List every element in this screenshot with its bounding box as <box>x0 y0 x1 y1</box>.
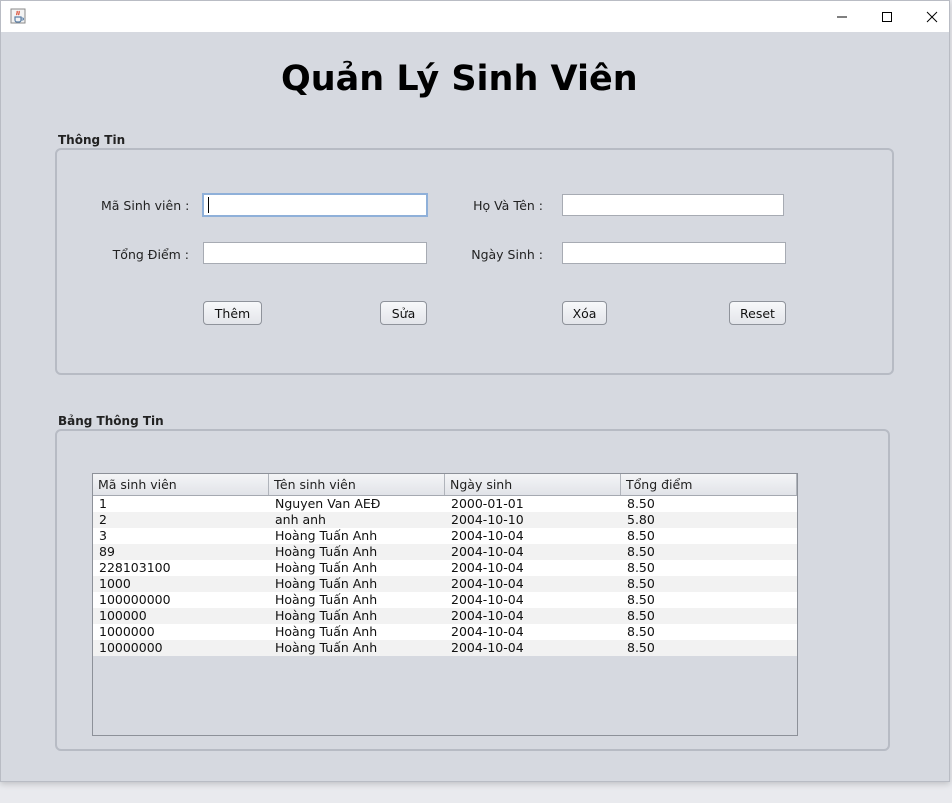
cell-total-score: 8.50 <box>627 624 655 639</box>
cell-student-name: Hoàng Tuấn Anh <box>275 544 378 559</box>
app-window: Quản Lý Sinh Viên Thông Tin Mã Sinh viên… <box>0 0 950 782</box>
cell-student-name: Hoàng Tuấn Anh <box>275 528 378 543</box>
total-score-input[interactable] <box>203 242 427 264</box>
cell-student-name: anh anh <box>275 512 326 527</box>
cell-birth-date: 2004-10-04 <box>451 608 524 623</box>
title-bar[interactable] <box>1 1 949 32</box>
table-row[interactable]: 1 Nguyen Van AEĐ 2000-01-01 8.50 <box>93 496 797 512</box>
java-cup-icon <box>10 8 26 24</box>
table-row[interactable]: 100000000 Hoàng Tuấn Anh 2004-10-04 8.50 <box>93 592 797 608</box>
cell-birth-date: 2004-10-10 <box>451 512 524 527</box>
table-row[interactable]: 1000 Hoàng Tuấn Anh 2004-10-04 8.50 <box>93 576 797 592</box>
cell-student-name: Hoàng Tuấn Anh <box>275 592 378 607</box>
info-group-label: Thông Tin <box>58 133 126 147</box>
cell-student-id: 3 <box>99 528 107 543</box>
cell-student-id: 10000000 <box>99 640 163 655</box>
column-header-student-name[interactable]: Tên sinh viên <box>269 474 445 495</box>
minimize-icon <box>836 11 848 23</box>
cell-student-name: Hoàng Tuấn Anh <box>275 560 378 575</box>
cell-student-id: 228103100 <box>99 560 171 575</box>
edit-button[interactable]: Sửa <box>380 301 427 325</box>
table-row[interactable]: 1000000 Hoàng Tuấn Anh 2004-10-04 8.50 <box>93 624 797 640</box>
cell-student-id: 1000 <box>99 576 131 591</box>
table-row[interactable]: 2 anh anh 2004-10-10 5.80 <box>93 512 797 528</box>
cell-total-score: 8.50 <box>627 496 655 511</box>
cell-birth-date: 2004-10-04 <box>451 624 524 639</box>
cell-student-name: Nguyen Van AEĐ <box>275 496 381 511</box>
page-title: Quản Lý Sinh Viên <box>281 59 638 99</box>
table-row[interactable]: 100000 Hoàng Tuấn Anh 2004-10-04 8.50 <box>93 608 797 624</box>
cell-total-score: 8.50 <box>627 640 655 655</box>
cell-total-score: 8.50 <box>627 560 655 575</box>
cell-student-name: Hoàng Tuấn Anh <box>275 640 378 655</box>
cell-birth-date: 2004-10-04 <box>451 528 524 543</box>
column-header-birth-date[interactable]: Ngày sinh <box>445 474 621 495</box>
cell-student-name: Hoàng Tuấn Anh <box>275 608 378 623</box>
birth-date-input[interactable] <box>562 242 786 264</box>
table-header: Mã sinh viên Tên sinh viên Ngày sinh Tổn… <box>93 474 797 496</box>
cell-student-id: 1 <box>99 496 107 511</box>
cell-birth-date: 2000-01-01 <box>451 496 524 511</box>
cell-total-score: 8.50 <box>627 528 655 543</box>
cell-birth-date: 2004-10-04 <box>451 576 524 591</box>
table-body: 1 Nguyen Van AEĐ 2000-01-01 8.50 2 anh a… <box>93 496 797 656</box>
table-row[interactable]: 89 Hoàng Tuấn Anh 2004-10-04 8.50 <box>93 544 797 560</box>
cell-student-id: 100000 <box>99 608 147 623</box>
birth-date-label: Ngày Sinh : <box>471 247 543 262</box>
column-header-student-id[interactable]: Mã sinh viên <box>93 474 269 495</box>
student-id-label: Mã Sinh viên : <box>101 198 190 213</box>
cell-student-name: Hoàng Tuấn Anh <box>275 624 378 639</box>
close-button[interactable] <box>909 1 952 32</box>
cell-total-score: 8.50 <box>627 576 655 591</box>
text-caret <box>208 197 209 213</box>
cell-student-id: 1000000 <box>99 624 155 639</box>
minimize-button[interactable] <box>819 1 865 32</box>
full-name-label: Họ Và Tên : <box>473 198 543 213</box>
student-table[interactable]: Mã sinh viên Tên sinh viên Ngày sinh Tổn… <box>92 473 798 736</box>
cell-student-id: 100000000 <box>99 592 171 607</box>
add-button[interactable]: Thêm <box>203 301 262 325</box>
cell-total-score: 8.50 <box>627 592 655 607</box>
cell-total-score: 5.80 <box>627 512 655 527</box>
cell-student-id: 89 <box>99 544 115 559</box>
cell-student-id: 2 <box>99 512 107 527</box>
cell-student-name: Hoàng Tuấn Anh <box>275 576 378 591</box>
total-score-label: Tổng Điểm : <box>112 247 189 262</box>
maximize-button[interactable] <box>864 1 910 32</box>
close-icon <box>926 11 938 23</box>
cell-birth-date: 2004-10-04 <box>451 544 524 559</box>
cell-birth-date: 2004-10-04 <box>451 592 524 607</box>
cell-birth-date: 2004-10-04 <box>451 560 524 575</box>
column-header-total-score[interactable]: Tổng điểm <box>621 474 797 495</box>
table-row[interactable]: 3 Hoàng Tuấn Anh 2004-10-04 8.50 <box>93 528 797 544</box>
cell-total-score: 8.50 <box>627 544 655 559</box>
delete-button[interactable]: Xóa <box>562 301 607 325</box>
student-id-input[interactable] <box>202 193 428 217</box>
reset-button[interactable]: Reset <box>729 301 786 325</box>
cell-total-score: 8.50 <box>627 608 655 623</box>
table-row[interactable]: 10000000 Hoàng Tuấn Anh 2004-10-04 8.50 <box>93 640 797 656</box>
cell-birth-date: 2004-10-04 <box>451 640 524 655</box>
maximize-icon <box>881 11 893 23</box>
table-row[interactable]: 228103100 Hoàng Tuấn Anh 2004-10-04 8.50 <box>93 560 797 576</box>
full-name-input[interactable] <box>562 194 784 216</box>
table-group-label: Bảng Thông Tin <box>58 414 164 428</box>
